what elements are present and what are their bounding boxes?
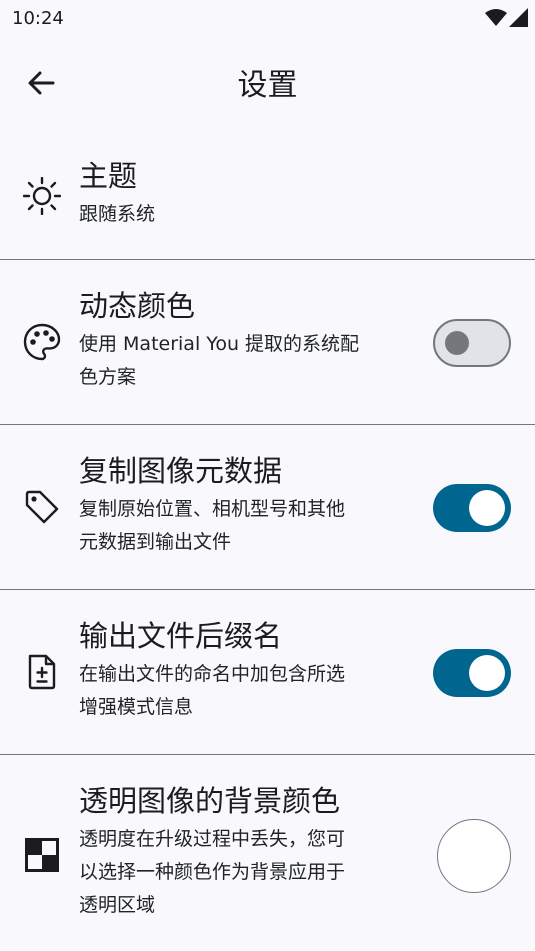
setting-copy-metadata[interactable]: 复制图像元数据 复制原始位置、相机型号和其他 元数据到输出文件 (0, 425, 535, 590)
page-title: 设置 (237, 68, 298, 103)
description-line: 增强模式信息 (79, 696, 194, 718)
description-line: 在输出文件的命名中加包含所选 (79, 663, 346, 685)
description-line: 以选择一种颜色作为背景应用于 (79, 861, 346, 883)
description-line: 元数据到输出文件 (79, 531, 232, 553)
top-app-bar: 设置 (0, 48, 535, 116)
setting-theme-value: 跟随系统 (79, 203, 156, 225)
description-line: 透明区域 (79, 894, 156, 916)
file-plus-minus-icon (22, 652, 62, 692)
setting-output-suffix-title: 输出文件后缀名 (79, 619, 283, 653)
description-line: 色方案 (79, 366, 137, 388)
setting-dynamic-color-description: 使用 Material You 提取的系统配 色方案 (79, 328, 409, 394)
setting-dynamic-color-title: 动态颜色 (79, 289, 196, 323)
background-color-swatch[interactable] (437, 819, 511, 893)
dynamic-color-toggle[interactable] (433, 319, 511, 367)
setting-output-suffix-text: 输出文件后缀名 在输出文件的命名中加包含所选 增强模式信息 (79, 616, 409, 724)
palette-icon (22, 322, 62, 362)
tag-icon (22, 487, 62, 527)
setting-copy-metadata-title: 复制图像元数据 (79, 454, 283, 488)
transparency-checker-icon (22, 835, 62, 875)
setting-copy-metadata-description: 复制原始位置、相机型号和其他 元数据到输出文件 (79, 493, 409, 559)
description-line: 透明度在升级过程中丢失，您可 (79, 828, 346, 850)
setting-theme-title: 主题 (79, 159, 138, 193)
setting-transparent-bg-color-description: 透明度在升级过程中丢失，您可 以选择一种颜色作为背景应用于 透明区域 (79, 823, 409, 922)
toggle-knob (469, 490, 505, 526)
description-line: 复制原始位置、相机型号和其他 (79, 498, 346, 520)
setting-transparent-bg-color-text: 透明图像的背景颜色 透明度在升级过程中丢失，您可 以选择一种颜色作为背景应用于 … (79, 781, 409, 922)
setting-theme[interactable]: 主题 跟随系统 (0, 136, 535, 260)
setting-output-suffix[interactable]: 输出文件后缀名 在输出文件的命名中加包含所选 增强模式信息 (0, 590, 535, 755)
sun-icon (22, 176, 62, 216)
setting-dynamic-color-text: 动态颜色 使用 Material You 提取的系统配 色方案 (79, 286, 409, 394)
setting-dynamic-color[interactable]: 动态颜色 使用 Material You 提取的系统配 色方案 (0, 260, 535, 425)
setting-copy-metadata-text: 复制图像元数据 复制原始位置、相机型号和其他 元数据到输出文件 (79, 451, 409, 559)
setting-transparent-bg-color[interactable]: 透明图像的背景颜色 透明度在升级过程中丢失，您可 以选择一种颜色作为背景应用于 … (0, 755, 535, 951)
output-suffix-toggle[interactable] (433, 649, 511, 697)
toggle-knob (445, 331, 469, 355)
copy-metadata-toggle[interactable] (433, 484, 511, 532)
status-bar: 10:24 (0, 0, 535, 38)
wifi-icon (485, 9, 507, 26)
status-time: 10:24 (12, 8, 64, 29)
setting-theme-text: 主题 跟随系统 (79, 156, 409, 231)
description-line: 使用 Material You 提取的系统配 (79, 333, 360, 355)
toggle-knob (469, 655, 505, 691)
setting-transparent-bg-color-title: 透明图像的背景颜色 (79, 784, 341, 818)
settings-list: 主题 跟随系统 动态颜色 使用 Material You 提取的系统配 色方案 (0, 136, 535, 951)
setting-output-suffix-description: 在输出文件的命名中加包含所选 增强模式信息 (79, 658, 409, 724)
cellular-signal-icon (509, 8, 528, 27)
